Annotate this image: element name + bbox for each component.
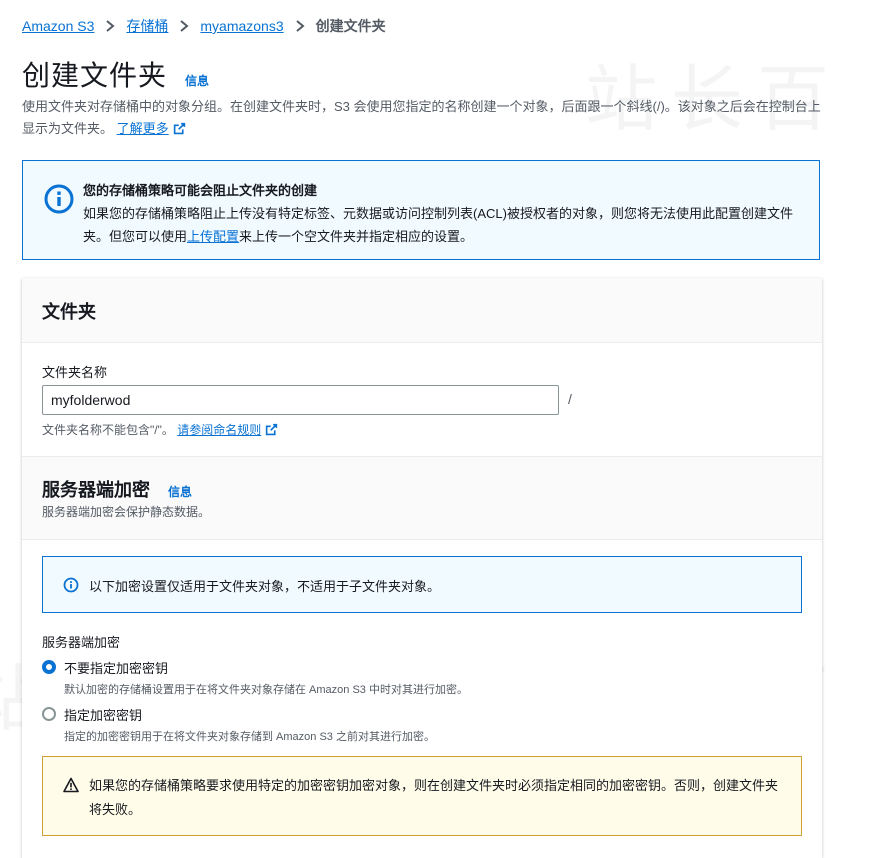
warning-icon	[63, 777, 79, 793]
alert-body: 如果您的存储桶策略阻止上传没有特定标签、元数据或访问控制列表(ACL)被授权者的…	[83, 202, 813, 248]
alert-body-text: 来上传一个空文件夹并指定相应的设置。	[239, 229, 474, 244]
radio-button[interactable]	[42, 707, 56, 721]
upload-config-link[interactable]: 上传配置	[187, 229, 239, 244]
folder-section-title: 文件夹	[42, 302, 96, 322]
warning-text: 如果您的存储桶策略要求使用特定的加密密钥加密对象，则在创建文件夹时必须指定相同的…	[89, 778, 779, 817]
encryption-warning-alert: 如果您的存储桶策略要求使用特定的加密密钥加密对象，则在创建文件夹时必须指定相同的…	[42, 756, 802, 836]
radio-description: 默认加密的存储桶设置用于在将文件夹对象存储在 Amazon S3 中时对其进行加…	[64, 684, 468, 696]
page-header: 创建文件夹 信息	[22, 54, 209, 94]
bucket-policy-alert: 您的存储桶策略可能会阻止文件夹的创建 如果您的存储桶策略阻止上传没有特定标签、元…	[22, 160, 820, 260]
breadcrumb-bucket-name[interactable]: myamazons3	[200, 18, 283, 34]
encryption-section-title: 服务器端加密	[42, 480, 150, 500]
create-folder-form: 文件夹 文件夹名称 / 文件夹名称不能包含"/"。 请参阅命名规则 服务器端加密…	[22, 278, 822, 858]
chevron-right-icon	[174, 20, 194, 32]
radio-text: 不要指定加密密钥 默认加密的存储桶设置用于在将文件夹对象存储在 Amazon S…	[64, 658, 468, 697]
folder-section-header: 文件夹	[22, 278, 822, 343]
page-description: 使用文件夹对存储桶中的对象分组。在创建文件夹时，S3 会使用您指定的名称创建一个…	[22, 96, 822, 140]
encryption-section-header: 服务器端加密 信息 服务器端加密会保护静态数据。	[22, 457, 822, 540]
radio-label: 不要指定加密密钥	[64, 661, 169, 676]
alert-title: 您的存储桶策略可能会阻止文件夹的创建	[83, 183, 318, 198]
chevron-right-icon	[100, 20, 120, 32]
constraint-text: 文件夹名称不能包含"/"。	[42, 423, 174, 437]
encryption-title-row: 服务器端加密 信息	[42, 476, 192, 502]
encryption-info-link[interactable]: 信息	[168, 483, 192, 500]
breadcrumb: Amazon S3 存储桶 myamazons3 创建文件夹	[22, 16, 386, 36]
encryption-group-label: 服务器端加密	[42, 635, 121, 650]
info-icon	[44, 184, 74, 214]
encryption-notice-text: 以下加密设置仅适用于文件夹对象，不适用于子文件夹对象。	[89, 579, 441, 594]
page-title: 创建文件夹	[22, 60, 168, 91]
learn-more-link[interactable]: 了解更多	[117, 121, 169, 136]
folder-name-label: 文件夹名称	[42, 365, 108, 380]
info-icon	[63, 577, 79, 593]
folder-name-constraint: 文件夹名称不能包含"/"。 请参阅命名规则	[42, 421, 278, 438]
radio-no-encryption-key[interactable]: 不要指定加密密钥 默认加密的存储桶设置用于在将文件夹对象存储在 Amazon S…	[42, 658, 468, 697]
encryption-section-description: 服务器端加密会保护静态数据。	[42, 505, 211, 519]
external-link-icon	[266, 423, 278, 436]
breadcrumb-buckets[interactable]: 存储桶	[126, 16, 168, 36]
radio-specify-encryption-key[interactable]: 指定加密密钥 指定的加密密钥用于在将文件夹对象存储到 Amazon S3 之前对…	[42, 705, 435, 744]
radio-label: 指定加密密钥	[64, 708, 143, 723]
radio-text: 指定加密密钥 指定的加密密钥用于在将文件夹对象存储到 Amazon S3 之前对…	[64, 705, 435, 744]
encryption-notice-alert: 以下加密设置仅适用于文件夹对象，不适用于子文件夹对象。	[42, 556, 802, 613]
external-link-icon	[173, 122, 185, 135]
chevron-right-icon	[290, 20, 310, 32]
folder-suffix: /	[568, 391, 572, 407]
breadcrumb-amazon-s3[interactable]: Amazon S3	[22, 18, 94, 34]
radio-button-checked[interactable]	[42, 660, 56, 674]
info-link[interactable]: 信息	[185, 72, 209, 89]
naming-rules-link[interactable]: 请参阅命名规则	[177, 423, 261, 437]
radio-description: 指定的加密密钥用于在将文件夹对象存储到 Amazon S3 之前对其进行加密。	[64, 731, 435, 743]
folder-name-input[interactable]	[42, 385, 559, 415]
breadcrumb-current: 创建文件夹	[315, 18, 386, 34]
